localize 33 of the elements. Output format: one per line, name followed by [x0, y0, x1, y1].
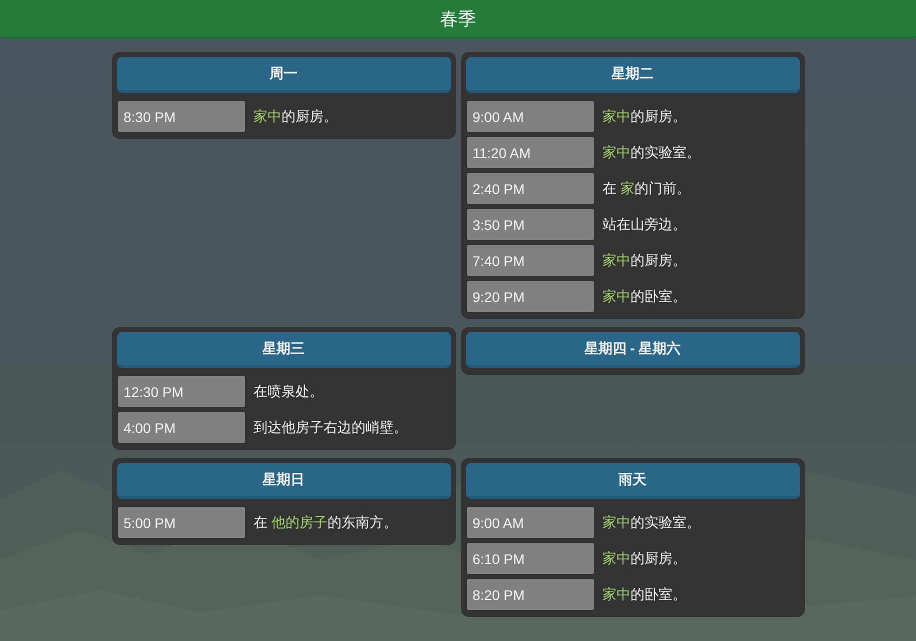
- location-text: 家中的卧室。: [602, 288, 686, 306]
- location-text: 家中的厨房。: [602, 550, 686, 568]
- time-cell: 6:10 PM: [466, 543, 594, 574]
- location-text: 在喷泉处。: [254, 382, 324, 400]
- time-cell: 12:30 PM: [118, 376, 244, 407]
- time-cell: 9:00 AM: [466, 507, 594, 538]
- day-header: 星期四 - 星期六: [466, 332, 800, 368]
- time-cell: 8:30 PM: [118, 101, 244, 132]
- day-header: 星期三: [116, 332, 450, 368]
- time-cell: 11:20 AM: [466, 137, 594, 168]
- time-cell: 5:00 PM: [118, 507, 244, 538]
- day-header: 雨天: [466, 463, 800, 499]
- location-text: 到达他房子右边的峭壁。: [254, 418, 408, 436]
- location-text: 在 家的门前。: [602, 180, 690, 198]
- time-cell: 8:20 PM: [466, 579, 594, 610]
- time-cell: 3:50 PM: [466, 209, 594, 240]
- time-cell: 2:40 PM: [466, 173, 594, 204]
- time-cell: 9:00 AM: [466, 101, 594, 132]
- location-text: 家中的厨房。: [254, 108, 338, 126]
- day-header: 周一: [116, 57, 450, 93]
- location-text: 家中的厨房。: [602, 108, 686, 126]
- location-text: 家中的卧室。: [602, 586, 686, 604]
- time-cell: 9:20 PM: [466, 281, 594, 312]
- time-cell: 7:40 PM: [466, 245, 594, 276]
- location-text: 站在山旁边。: [602, 216, 686, 234]
- location-text: 在 他的房子的东南方。: [254, 514, 398, 532]
- time-cell: 4:00 PM: [118, 412, 244, 443]
- day-header: 星期二: [466, 57, 800, 93]
- location-text: 家中的厨房。: [602, 252, 686, 270]
- location-text: 家中的实验室。: [602, 514, 700, 532]
- day-header: 星期日: [116, 463, 450, 499]
- location-text: 家中的实验室。: [602, 144, 700, 162]
- page-title: 春季: [440, 8, 476, 30]
